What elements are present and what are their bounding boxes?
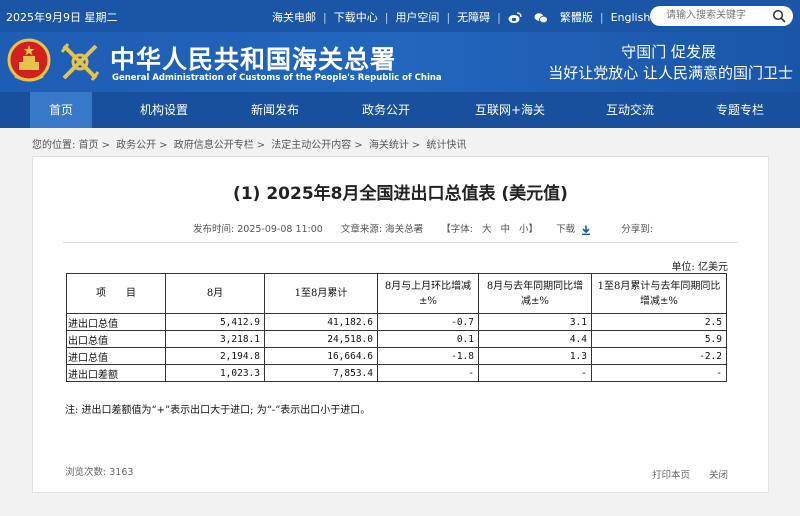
nav-internet-customs[interactable]: 互联网+海关	[470, 92, 550, 128]
header-august: 8月	[165, 273, 265, 314]
article-card: (1) 2025年8月全国进出口总值表 (美元值) 发布时间: 2025-09-…	[32, 156, 769, 493]
article-meta: 发布时间: 2025-09-08 11:00 文章来源: 海关总署 【字体: 大…	[193, 221, 653, 235]
cell-ytd: 41,182.6	[264, 313, 378, 331]
cell-ytd: 24,518.0	[264, 330, 378, 348]
user-space-link[interactable]: 用户空间	[395, 9, 439, 25]
font-small-button[interactable]: 小】	[519, 224, 538, 235]
download-icon	[582, 225, 591, 235]
meta-divider	[63, 242, 738, 243]
mail-link[interactable]: 海关电邮	[272, 9, 316, 25]
font-medium-button[interactable]: 中	[501, 224, 511, 235]
table-row: 进口总值 2,194.8 16,664.6 -1.8 1.3 -2.2	[66, 347, 727, 365]
header-item: 项 目	[66, 273, 166, 314]
site-title-cn[interactable]: 中华人民共和国海关总署	[110, 40, 396, 76]
row-label: 进口总值	[66, 347, 166, 365]
nav-organization[interactable]: 机构设置	[130, 92, 198, 128]
table-row: 进出口总值 5,412.9 41,182.6 -0.7 3.1 2.5	[66, 313, 727, 331]
row-label: 出口总值	[66, 330, 166, 348]
national-emblem-icon[interactable]	[7, 38, 51, 84]
header-ytd-yoy: 1至8月累计与去年同期同比增减±%	[591, 273, 727, 314]
nav-news[interactable]: 新闻发布	[241, 92, 309, 128]
table-row: 进出口差额 1,023.3 7,853.4 - - -	[66, 364, 727, 382]
row-label: 进出口总值	[66, 313, 166, 331]
breadcrumb-prefix: 您的位置:	[32, 140, 76, 151]
main-nav: 首页 机构设置 新闻发布 政务公开 互联网+海关 互动交流 专题专栏	[0, 92, 800, 128]
breadcrumb-customs-statistics[interactable]: 海关统计	[369, 140, 409, 151]
cell-mom: 0.1	[377, 330, 479, 348]
search-icon[interactable]	[772, 9, 786, 23]
top-utility-bar: 2025年9月9日 星期二 海关电邮 | 下载中心 | 用户空间 | 无障碍 |…	[0, 0, 800, 32]
header-mom: 8月与上月环比增减±%	[377, 273, 479, 314]
cell-yoy: -	[478, 364, 592, 382]
accessibility-link[interactable]: 无障碍	[457, 9, 490, 25]
search-box	[650, 6, 793, 26]
customs-badge-icon	[60, 43, 100, 81]
cell-mom: -0.7	[377, 313, 479, 331]
nav-government-affairs[interactable]: 政务公开	[352, 92, 420, 128]
site-title-en: General Administration of Customs of the…	[112, 73, 442, 83]
breadcrumb-government-affairs[interactable]: 政务公开	[116, 140, 156, 151]
table-row: 出口总值 3,218.1 24,518.0 0.1 4.4 5.9	[66, 330, 727, 348]
table-note: 注: 进出口差额值为“+”表示出口大于进口; 为“-”表示出口小于进口。	[65, 405, 371, 416]
cell-yoy: 1.3	[478, 347, 592, 365]
font-large-button[interactable]: 大	[482, 224, 492, 235]
cell-august: 1,023.3	[165, 364, 265, 382]
breadcrumb-statutory-content[interactable]: 法定主动公开内容	[271, 140, 351, 151]
share-label[interactable]: 分享到:	[621, 224, 653, 235]
current-date: 2025年9月9日 星期二	[6, 11, 118, 24]
english-link[interactable]: English	[611, 11, 651, 24]
breadcrumb: 您的位置: 首页 > 政务公开 > 政府信息公开专栏 > 法定主动公开内容 > 海关统计…	[32, 140, 467, 151]
table-header-row: 项 目 8月 1至8月累计 8月与上月环比增减±% 8月与去年同期同比增减±% …	[66, 273, 727, 314]
view-count: 浏览次数: 3163	[65, 464, 133, 478]
header-ytd: 1至8月累计	[264, 273, 378, 314]
weibo-icon[interactable]	[508, 12, 522, 24]
download-center-link[interactable]: 下载中心	[334, 9, 378, 25]
print-page-button[interactable]: 打印本页	[652, 467, 690, 481]
unit-label: 单位: 亿美元	[671, 262, 728, 273]
cell-ytd: 7,853.4	[264, 364, 378, 382]
font-size-label: 【字体:	[441, 224, 473, 235]
wechat-icon[interactable]	[534, 12, 548, 24]
breadcrumb-info-disclosure[interactable]: 政府信息公开专栏	[174, 140, 254, 151]
cell-mom: -1.8	[377, 347, 479, 365]
search-input[interactable]	[664, 9, 776, 22]
download-button[interactable]: 下载	[556, 224, 594, 235]
publish-time: 2025-09-08 11:00	[237, 224, 323, 235]
cell-august: 3,218.1	[165, 330, 265, 348]
slogan-line-1: 守国门 促发展	[621, 43, 716, 61]
traditional-chinese-link[interactable]: 繁體版	[560, 9, 593, 25]
source-label: 文章来源:	[340, 224, 383, 235]
site-header: 中华人民共和国海关总署 General Administration of Cu…	[0, 32, 800, 92]
nav-home[interactable]: 首页	[30, 92, 92, 128]
close-button[interactable]: 关闭	[709, 467, 728, 481]
cell-ytd-yoy: 5.9	[591, 330, 727, 348]
cell-yoy: 3.1	[478, 313, 592, 331]
cell-mom: -	[377, 364, 479, 382]
utility-links: 海关电邮 | 下载中心 | 用户空间 | 无障碍 | 繁體版 | English	[272, 9, 651, 25]
cell-ytd: 16,664.6	[264, 347, 378, 365]
cell-ytd-yoy: 2.5	[591, 313, 727, 331]
cell-august: 2,194.8	[165, 347, 265, 365]
cell-august: 5,412.9	[165, 313, 265, 331]
nav-interaction[interactable]: 互动交流	[596, 92, 664, 128]
breadcrumb-stat-bulletin[interactable]: 统计快讯	[426, 140, 466, 151]
slogan-line-2: 当好让党放心 让人民满意的国门卫士	[548, 64, 793, 82]
publish-time-label: 发布时间:	[193, 224, 235, 235]
header-yoy: 8月与去年同期同比增减±%	[478, 273, 592, 314]
nav-special-topics[interactable]: 专题专栏	[706, 92, 774, 128]
views-value: 3163	[109, 467, 134, 478]
trade-value-table: 项 目 8月 1至8月累计 8月与上月环比增减±% 8月与去年同期同比增减±% …	[66, 273, 727, 382]
cell-ytd-yoy: -	[591, 364, 727, 382]
download-label: 下载	[556, 224, 576, 235]
source: 海关总署	[385, 224, 424, 235]
row-label: 进出口差额	[66, 364, 166, 382]
cell-ytd-yoy: -2.2	[591, 347, 727, 365]
article-title: (1) 2025年8月全国进出口总值表 (美元值)	[233, 184, 568, 204]
breadcrumb-home[interactable]: 首页	[79, 140, 99, 151]
views-label: 浏览次数:	[65, 467, 107, 478]
cell-yoy: 4.4	[478, 330, 592, 348]
